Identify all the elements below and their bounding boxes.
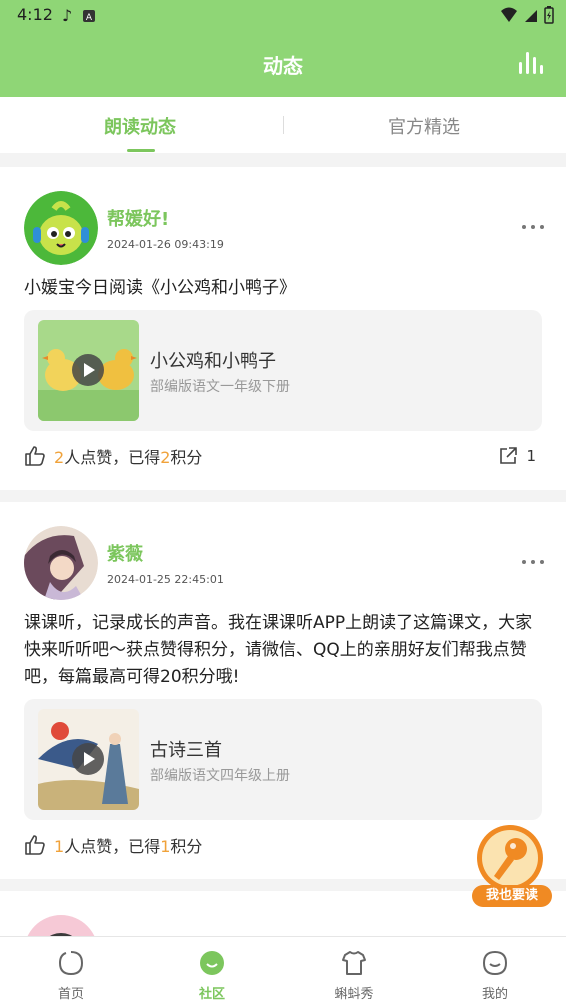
nav-community[interactable]: 社区 <box>177 949 247 1002</box>
lesson-thumbnail <box>38 320 139 421</box>
bottom-nav: 首页 社区 蝌蚪秀 我的 <box>0 936 566 1008</box>
lesson-subtitle: 部编版语文四年级上册 <box>150 768 290 784</box>
status-time: 4:12 <box>17 5 53 24</box>
post-text: 小媛宝今日阅读《小公鸡和小鸭子》 <box>24 278 296 298</box>
like-text: 人点赞，已得 <box>64 837 161 856</box>
like-stats[interactable]: 1人点赞，已得1积分 <box>24 833 202 857</box>
lesson-card[interactable]: 小公鸡和小鸭子 部编版语文一年级下册 <box>24 310 542 431</box>
lesson-card[interactable]: 古诗三首 部编版语文四年级上册 <box>24 699 542 820</box>
post-username[interactable]: 帮媛好! <box>107 205 169 231</box>
avatar[interactable] <box>24 915 98 936</box>
post-timestamp: 2024-01-26 09:43:19 <box>107 238 224 251</box>
app-notification-icon: A <box>83 9 96 23</box>
nav-label: 社区 <box>198 987 225 1002</box>
avatar[interactable] <box>24 191 98 265</box>
tadpole-show-icon <box>342 951 366 975</box>
app-bar: 动态 <box>0 30 566 97</box>
wifi-icon <box>501 7 517 22</box>
battery-icon <box>544 6 554 24</box>
points-count: 2 <box>160 448 171 467</box>
post-text: 课课听，记录成长的声音。我在课课听APP上朗读了这篇课文，大家快来听听吧～获点赞… <box>24 613 533 687</box>
play-icon[interactable] <box>72 354 104 386</box>
microphone-icon <box>477 825 543 891</box>
share-button[interactable]: 1 <box>498 446 536 466</box>
tab-divider <box>283 116 284 134</box>
more-options-icon[interactable] <box>522 225 544 231</box>
more-options-icon[interactable] <box>522 560 544 566</box>
nav-profile[interactable]: 我的 <box>460 949 530 1002</box>
nav-tadpole-show[interactable]: 蝌蚪秀 <box>319 949 389 1002</box>
music-note-icon: ♪ <box>62 6 73 25</box>
status-bar: 4:12 ♪ A <box>0 0 566 30</box>
profile-icon <box>482 950 508 976</box>
points-text: 积分 <box>170 448 203 467</box>
lesson-title: 古诗三首 <box>150 740 222 761</box>
play-icon[interactable] <box>72 743 104 775</box>
points-count: 1 <box>160 837 171 856</box>
avatar[interactable] <box>24 526 98 600</box>
lesson-subtitle: 部编版语文一年级下册 <box>150 379 290 395</box>
nav-label: 我的 <box>481 987 508 1002</box>
active-tab-indicator <box>127 149 155 152</box>
svg-text:A: A <box>86 13 93 23</box>
share-icon <box>500 447 518 464</box>
post-card: 帮媛好! 2024-01-26 09:43:19 小媛宝今日阅读《小公鸡和小鸭子… <box>0 167 566 490</box>
feed-tabs: 朗读动态 官方精选 <box>0 97 566 153</box>
tab-official-picks[interactable]: 官方精选 <box>388 113 460 139</box>
nav-home[interactable]: 首页 <box>36 949 106 1002</box>
like-stats[interactable]: 2人点赞，已得2积分 <box>24 444 202 468</box>
home-icon <box>58 951 84 976</box>
like-count: 1 <box>54 837 65 856</box>
thumbs-up-icon[interactable] <box>24 834 46 856</box>
ranking-chart-icon[interactable] <box>518 50 546 74</box>
share-count: 1 <box>526 447 536 465</box>
tab-reading-activity[interactable]: 朗读动态 <box>104 113 176 139</box>
lesson-title: 小公鸡和小鸭子 <box>150 351 276 372</box>
community-icon <box>200 951 224 975</box>
nav-label: 首页 <box>57 987 84 1002</box>
lesson-thumbnail <box>38 709 139 810</box>
post-username[interactable]: 紫薇 <box>107 540 143 566</box>
nav-label: 蝌蚪秀 <box>334 987 374 1002</box>
like-text: 人点赞，已得 <box>64 448 161 467</box>
read-aloud-label[interactable]: 我也要读 <box>472 885 552 907</box>
signal-icon <box>525 10 537 22</box>
post-card: 紫薇 2024-01-25 22:45:01 课课听，记录成长的声音。我在课课听… <box>0 502 566 879</box>
points-text: 积分 <box>170 837 203 856</box>
page-title: 动态 <box>263 54 303 78</box>
post-timestamp: 2024-01-25 22:45:01 <box>107 573 224 586</box>
like-count: 2 <box>54 448 65 467</box>
thumbs-up-icon[interactable] <box>24 445 46 467</box>
